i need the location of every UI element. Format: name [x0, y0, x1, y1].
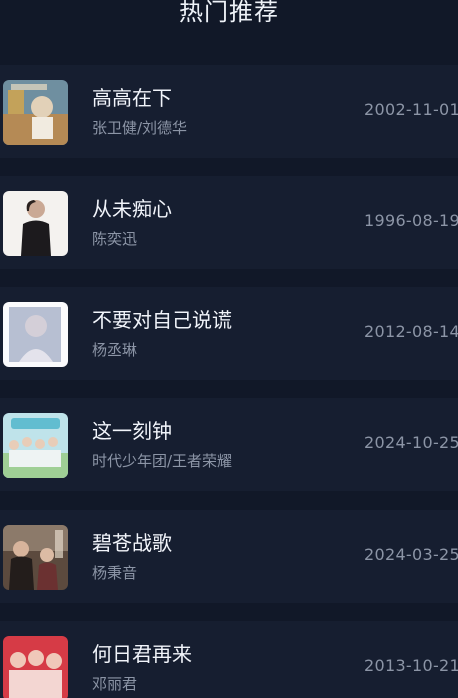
- song-row[interactable]: 这一刻钟 时代少年团/王者荣耀 2024-10-25: [0, 398, 458, 491]
- release-date: 1996-08-19: [364, 211, 458, 230]
- release-date: 2024-03-25: [364, 545, 458, 564]
- album-cover-icon[interactable]: [3, 302, 68, 367]
- release-date: 2024-10-25: [364, 433, 458, 452]
- release-date: 2002-11-01: [364, 100, 458, 119]
- song-title: 不要对自己说谎: [92, 308, 232, 332]
- album-cover-icon[interactable]: [3, 80, 68, 145]
- song-title: 高高在下: [92, 86, 172, 110]
- song-title: 碧苍战歌: [92, 531, 172, 555]
- song-artist: 张卫健/刘德华: [92, 119, 188, 137]
- release-date: 2013-10-21: [364, 656, 458, 675]
- song-title: 何日君再来: [92, 642, 192, 666]
- release-date: 2012-08-14: [364, 322, 458, 341]
- song-artist: 邓丽君: [92, 675, 138, 693]
- song-list: 高高在下 张卫健/刘德华 2002-11-01 从未痴心 陈奕迅 1996-08…: [0, 0, 458, 698]
- song-title: 这一刻钟: [92, 419, 172, 443]
- song-artist: 杨丞琳: [92, 341, 138, 359]
- song-artist: 时代少年团/王者荣耀: [92, 452, 233, 470]
- album-cover-icon[interactable]: [3, 191, 68, 256]
- song-title: 从未痴心: [92, 197, 172, 221]
- album-cover-icon[interactable]: [3, 413, 68, 478]
- page-title: 热门推荐: [179, 0, 279, 26]
- song-artist: 陈奕迅: [92, 230, 138, 248]
- song-row[interactable]: 高高在下 张卫健/刘德华 2002-11-01: [0, 65, 458, 158]
- hot-recommendations-page: 高高在下 张卫健/刘德华 2002-11-01 从未痴心 陈奕迅 1996-08…: [0, 0, 458, 698]
- song-row[interactable]: 从未痴心 陈奕迅 1996-08-19: [0, 176, 458, 269]
- song-artist: 杨秉音: [92, 564, 138, 582]
- album-cover-icon[interactable]: [3, 636, 68, 698]
- album-cover-icon[interactable]: [3, 525, 68, 590]
- song-row[interactable]: 何日君再来 邓丽君 2013-10-21: [0, 621, 458, 698]
- song-row[interactable]: 不要对自己说谎 杨丞琳 2012-08-14: [0, 287, 458, 380]
- song-row[interactable]: 碧苍战歌 杨秉音 2024-03-25: [0, 510, 458, 603]
